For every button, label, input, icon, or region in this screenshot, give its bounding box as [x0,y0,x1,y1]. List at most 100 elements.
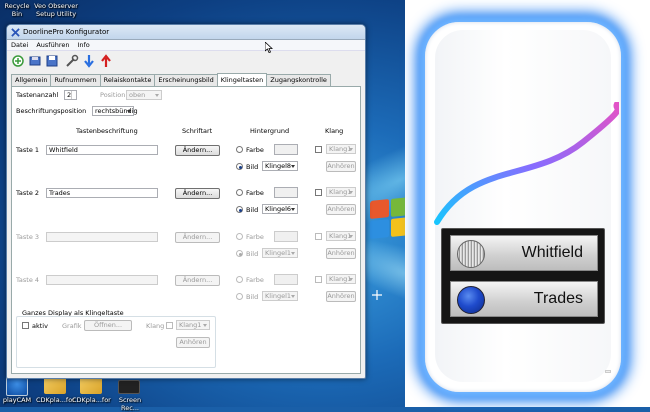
farbe-radio[interactable] [236,276,243,283]
klang-select[interactable]: Klang1 [326,231,356,241]
taste-text-input[interactable] [46,232,158,242]
desktop-icon-label: CDKpla...for [72,396,111,404]
bild-radio[interactable] [236,293,243,300]
taste-text-input[interactable]: Trades [46,188,158,198]
menu-datei[interactable]: Datei [11,41,28,49]
desktop-icon-label: Recycle Bin [4,2,30,18]
font-change-button[interactable]: Ändern... [175,188,220,199]
position-select[interactable]: oben [126,90,162,100]
bild-value: Klingel1 [265,292,292,300]
blue-knob-icon [457,286,485,314]
bell-button-label: Whitfield [521,244,583,261]
menu-bar: Datei Ausführen Info [7,40,365,51]
bild-value: Klingel6 [265,205,292,213]
chevron-down-icon [127,110,131,113]
tab-relaiskontakte[interactable]: Relaiskontakte [99,74,156,86]
bild-label: Bild [246,293,259,301]
open-icon[interactable] [28,54,42,68]
klang-checkbox[interactable] [315,146,322,153]
save-icon[interactable] [45,54,59,68]
taste-label: Taste 2 [16,189,40,197]
tools-icon[interactable] [65,54,79,68]
bell-button-2[interactable]: Trades [450,281,598,317]
tab-erscheinungsbild[interactable]: Erscheinungsbild [154,74,218,86]
oeffnen-button[interactable]: Öffnen... [84,320,132,331]
klang-checkbox[interactable] [315,233,322,240]
klang-select[interactable]: Klang1 [326,274,356,284]
klang-select[interactable]: Klang1 [326,144,356,154]
bild-label: Bild [246,250,259,258]
desktop-icon-label: playCAM [2,396,32,404]
new-icon[interactable] [11,54,25,68]
tab-klingeltasten[interactable]: Klingeltasten [216,73,268,86]
farbe-radio[interactable] [236,146,243,153]
mouse-cursor-icon [265,42,273,53]
grafik-label: Grafik [62,322,82,330]
window-title: DoorlinePro Konfigurator [23,28,110,36]
tastenanzahl-label: Tastenanzahl [16,91,59,99]
farbe-radio[interactable] [236,233,243,240]
display-anhoeren-button[interactable]: Anhören [176,337,210,348]
taste-label: Taste 1 [16,146,40,154]
bild-select[interactable]: Klingel8 [262,161,298,171]
anhoeren-button[interactable]: Anhören [326,248,356,259]
tab-rufnummern[interactable]: Rufnummern [50,74,101,86]
klang-select[interactable]: Klang1 [326,187,356,197]
display-klang-value: Klang1 [179,321,202,329]
aktiv-checkbox[interactable] [22,322,29,329]
toolbar [7,51,365,71]
column-klang: Klang [325,127,344,135]
column-schriftart: Schriftart [182,127,213,135]
upload-arrow-icon[interactable] [99,54,113,68]
anhoeren-button[interactable]: Anhören [326,204,356,215]
aktiv-label: aktiv [32,322,48,330]
bild-select[interactable]: Klingel6 [262,204,298,214]
farbe-label: Farbe [246,276,264,284]
desktop-icon-label: Screen Rec... [118,396,142,412]
bild-radio[interactable] [236,163,243,170]
color-picker-box[interactable] [274,231,298,242]
bell-button-label: Trades [533,290,583,307]
farbe-radio[interactable] [236,189,243,196]
tastenanzahl-spinner[interactable]: 2 [64,90,77,100]
beschriftungsposition-value: rechtsbündig [95,107,138,115]
klang-checkbox[interactable] [315,276,322,283]
taste-text-input[interactable]: Whitfield [46,145,158,155]
bild-radio[interactable] [236,206,243,213]
anhoeren-button[interactable]: Anhören [326,161,356,172]
desktop-icon-recycle-bin[interactable]: Recycle Bin [0,2,34,18]
screen-recorder-icon[interactable] [118,380,140,394]
beschriftungsposition-select[interactable]: rechtsbündig [92,106,138,116]
display-klang-label: Klang [146,322,165,330]
menu-ausfuehren[interactable]: Ausführen [36,41,69,49]
chevron-down-icon [203,324,207,327]
tab-allgemein[interactable]: Allgemein [11,74,52,86]
download-arrow-icon[interactable] [82,54,96,68]
tab-zugangskontrolle[interactable]: Zugangskontrolle [266,74,331,86]
column-tastenbeschriftung: Tastenbeschriftung [76,127,138,135]
doorbell-device [425,22,621,392]
bell-button-1[interactable]: Whitfield [450,235,598,271]
font-change-button[interactable]: Ändern... [175,232,220,243]
color-picker-box[interactable] [274,144,298,155]
color-picker-box[interactable] [274,274,298,285]
bild-select[interactable]: Klingel1 [262,291,298,301]
menu-info[interactable]: Info [77,41,89,49]
desktop-icon-veo-observer[interactable]: Veo Observer Setup Utility [34,2,78,18]
bild-label: Bild [246,163,259,171]
color-picker-box[interactable] [274,187,298,198]
konfigurator-window: DoorlinePro Konfigurator Datei Ausführen… [6,24,366,379]
spinner-down-icon[interactable] [71,95,76,99]
anhoeren-button[interactable]: Anhören [326,291,356,302]
font-change-button[interactable]: Ändern... [175,275,220,286]
font-change-button[interactable]: Ändern... [175,145,220,156]
display-klang-checkbox[interactable] [166,322,173,329]
klang-checkbox[interactable] [315,189,322,196]
bild-select[interactable]: Klingel1 [262,248,298,258]
bild-radio[interactable] [236,250,243,257]
chevron-down-icon [349,148,353,151]
taste-text-input[interactable] [46,275,158,285]
title-bar[interactable]: DoorlinePro Konfigurator [7,25,365,40]
display-klang-select[interactable]: Klang1 [176,320,210,330]
chevron-down-icon [291,165,295,168]
